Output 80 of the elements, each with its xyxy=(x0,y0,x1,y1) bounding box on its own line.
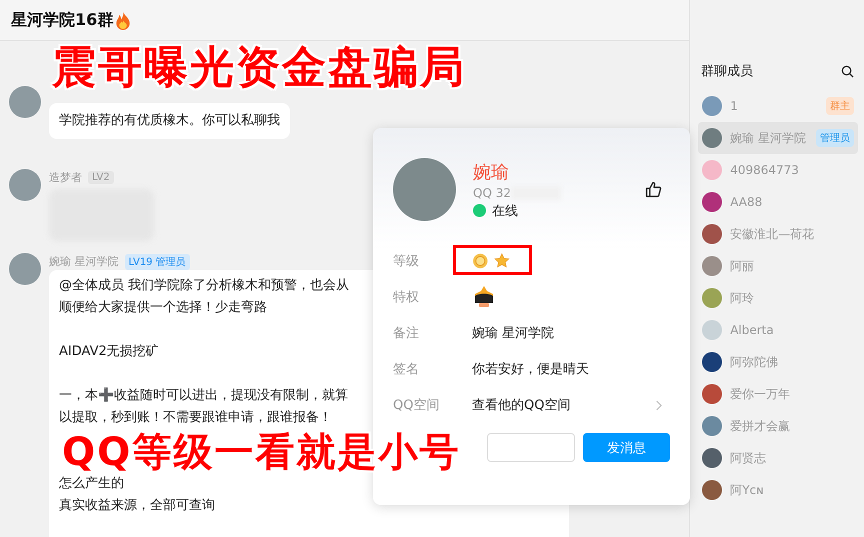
member-name: Alberta xyxy=(730,323,775,337)
level-badge: LV19 管理员 xyxy=(124,254,190,270)
member-item[interactable]: 阿丽 xyxy=(698,250,858,282)
member-avatar xyxy=(702,448,722,468)
member-name: 爱拼才会赢 xyxy=(730,418,792,434)
member-name: 爱你一万年 xyxy=(730,386,792,402)
outline-button[interactable] xyxy=(487,433,575,462)
status-text: 在线 xyxy=(492,202,518,220)
field-label: 等级 xyxy=(393,253,420,270)
member-avatar xyxy=(702,416,722,436)
chevron-right-icon xyxy=(655,400,662,410)
member-name: 阿贤志 xyxy=(730,450,768,466)
member-item[interactable]: 409864773 xyxy=(698,154,858,186)
message-text: 学院推荐的有优质橡木。你可以私聊我 xyxy=(59,112,280,130)
panel-title: 群聊成员 xyxy=(701,63,754,80)
member-avatar xyxy=(702,192,722,212)
member-item[interactable]: 1 群主 xyxy=(698,90,858,122)
member-item[interactable]: Alberta xyxy=(698,314,858,346)
role-badge: 管理员 xyxy=(816,129,854,147)
message-text: 怎么产生的 xyxy=(59,475,124,493)
field-value: 你若安好，便是晴天 xyxy=(472,361,590,378)
member-name: 阿丽 xyxy=(730,258,756,274)
fire-icon xyxy=(115,10,132,30)
field-label: 特权 xyxy=(393,289,420,306)
field-label: 备注 xyxy=(393,325,420,342)
field-label: QQ空间 xyxy=(393,397,440,414)
field-value: 婉瑜 星河学院 xyxy=(472,325,556,342)
member-avatar xyxy=(702,256,722,276)
member-item[interactable]: 安徽淮北—荷花 xyxy=(698,218,858,250)
annotation-text: QQ等级一看就是小号 xyxy=(62,433,460,472)
member-item[interactable]: 爱拼才会赢 xyxy=(698,410,858,442)
qq-number: QQ 32 xyxy=(473,186,511,200)
level-badge: LV2 xyxy=(88,171,114,184)
member-avatar xyxy=(702,128,722,148)
message-text: @全体成员 我们学院除了分析橡木和预警，也会从 xyxy=(59,277,350,295)
message-text: 顺便给大家提供一个选择！少走弯路 xyxy=(59,299,267,317)
avatar[interactable] xyxy=(9,169,41,201)
message-text: 一，本➕收益随时可以进出，提现没有限制，就算 xyxy=(59,386,348,405)
member-name: 阿Yᴄɴ xyxy=(730,482,765,498)
member-avatar xyxy=(702,480,722,500)
search-icon[interactable] xyxy=(841,64,854,78)
member-avatar xyxy=(702,320,722,340)
member-name: 1 xyxy=(730,99,739,113)
sender-name: 造梦者 xyxy=(49,170,82,185)
member-item[interactable]: 阿玲 xyxy=(698,282,858,314)
member-item[interactable]: AA88 xyxy=(698,186,858,218)
member-avatar xyxy=(702,384,722,404)
annotation-text: 震哥曝光资金盘骗局 xyxy=(52,46,466,90)
profile-name: 婉瑜 xyxy=(473,160,510,184)
thumbs-up-icon[interactable] xyxy=(645,181,662,198)
message-text: AIDAV2无损挖矿 xyxy=(59,343,159,361)
member-item[interactable]: 阿弥陀佛 xyxy=(698,346,858,378)
member-avatar xyxy=(702,160,722,180)
member-avatar xyxy=(702,224,722,244)
member-avatar xyxy=(702,352,722,372)
member-name: AA88 xyxy=(730,195,764,209)
member-item[interactable]: 阿Yᴄɴ xyxy=(698,474,858,506)
member-name: 阿弥陀佛 xyxy=(730,354,780,370)
avatar[interactable] xyxy=(9,253,41,285)
qzone-link-row[interactable]: QQ空间 查看他的QQ空间 xyxy=(393,387,670,423)
member-avatar xyxy=(702,96,722,116)
avatar[interactable] xyxy=(9,86,41,118)
member-name: 婉瑜 星河学院 xyxy=(730,130,808,146)
window-title: 星河学院16群 xyxy=(11,10,114,30)
member-name: 安徽淮北—荷花 xyxy=(730,226,816,242)
message-text: 以提取，秒到账！不需要跟谁申请，跟谁报备！ xyxy=(59,409,332,427)
link-text: 查看他的QQ空间 xyxy=(472,397,572,414)
sender-name: 婉瑜 星河学院 xyxy=(49,254,118,269)
message-text: 真实收益来源，全部可查询 xyxy=(59,497,215,515)
role-badge: 群主 xyxy=(826,97,854,115)
field-label: 签名 xyxy=(393,361,420,378)
member-item[interactable]: 爱你一万年 xyxy=(698,378,858,410)
crown-badge-icon xyxy=(472,285,496,309)
member-item[interactable]: 婉瑜 星河学院 管理员 xyxy=(698,122,858,154)
member-item[interactable]: 阿贤志 xyxy=(698,442,858,474)
member-avatar xyxy=(702,288,722,308)
send-message-button[interactable]: 发消息 xyxy=(583,433,670,462)
member-name: 409864773 xyxy=(730,163,800,177)
member-name: 阿玲 xyxy=(730,290,756,306)
sun-and-star-icon xyxy=(472,252,512,270)
